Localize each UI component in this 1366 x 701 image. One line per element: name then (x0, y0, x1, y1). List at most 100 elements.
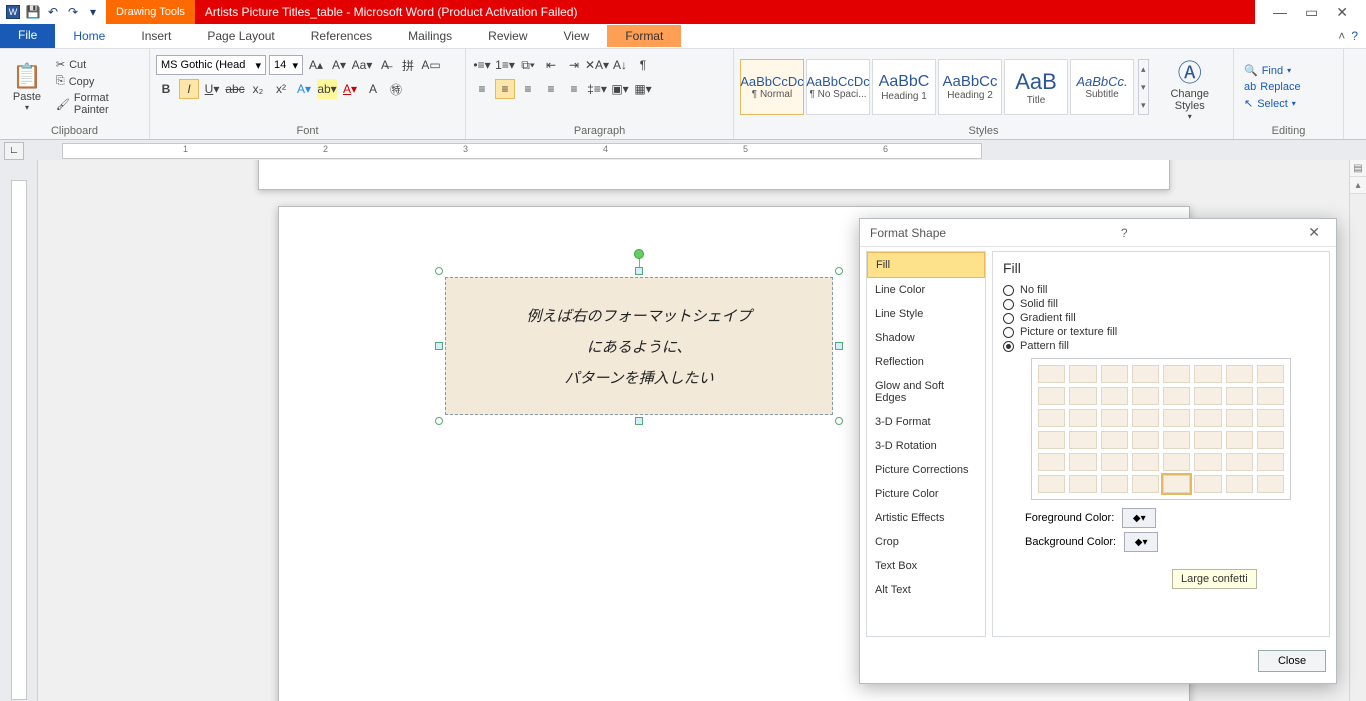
pattern-swatch[interactable] (1132, 387, 1159, 405)
pattern-swatch[interactable] (1069, 475, 1096, 493)
line-spacing-icon[interactable]: ‡≡▾ (587, 79, 607, 99)
cut-button[interactable]: ✂Cut (52, 57, 143, 72)
enclose-characters-icon[interactable]: ㊕ (386, 79, 406, 99)
resize-handle-sw[interactable] (435, 417, 443, 425)
style-heading2[interactable]: AaBbCcHeading 2 (938, 59, 1002, 115)
align-center-icon[interactable]: ≡ (495, 79, 515, 99)
justify-icon[interactable]: ≡ (541, 79, 561, 99)
tab-mailings[interactable]: Mailings (390, 25, 470, 47)
pattern-swatch[interactable] (1069, 387, 1096, 405)
find-button[interactable]: 🔍Find▾ (1240, 63, 1305, 78)
file-tab[interactable]: File (0, 24, 55, 48)
pattern-swatch[interactable] (1069, 409, 1096, 427)
pattern-swatch[interactable] (1038, 431, 1065, 449)
underline-button[interactable]: U▾ (202, 79, 222, 99)
dialog-titlebar[interactable]: Format Shape ? ✕ (860, 219, 1336, 247)
help-icon[interactable]: ? (1351, 29, 1358, 43)
undo-icon[interactable]: ↶ (46, 5, 60, 19)
nav-reflection[interactable]: Reflection (867, 350, 985, 374)
resize-handle-w[interactable] (435, 342, 443, 350)
qat-dropdown-icon[interactable]: ▾ (86, 5, 100, 19)
pattern-swatch[interactable] (1194, 387, 1221, 405)
pattern-swatch[interactable] (1226, 453, 1253, 471)
pattern-swatch[interactable] (1226, 365, 1253, 383)
text-box-shape[interactable]: 例えば右のフォーマットシェイプ にあるように、 パターンを挿入したい (439, 271, 839, 421)
maximize-icon[interactable]: ▭ (1305, 4, 1318, 21)
pattern-swatch[interactable] (1226, 409, 1253, 427)
pattern-swatch[interactable] (1194, 475, 1221, 493)
style-heading1[interactable]: AaBbCHeading 1 (872, 59, 936, 115)
style-subtitle[interactable]: AaBbCc.Subtitle (1070, 59, 1134, 115)
change-case-icon[interactable]: Aa▾ (352, 55, 372, 75)
align-left-icon[interactable]: ≡ (472, 79, 492, 99)
pattern-swatch[interactable] (1226, 475, 1253, 493)
fg-color-button[interactable]: ◆▾ (1122, 508, 1156, 528)
change-styles-button[interactable]: Ⓐ Change Styles ▾ (1153, 51, 1227, 123)
minimize-icon[interactable]: — (1273, 4, 1287, 20)
rotation-handle[interactable] (634, 249, 644, 259)
text-direction-icon[interactable]: ✕A▾ (587, 55, 607, 75)
pattern-swatch[interactable] (1069, 453, 1096, 471)
show-hide-icon[interactable]: ¶ (633, 55, 653, 75)
scroll-up-icon[interactable]: ▴ (1350, 177, 1366, 194)
dialog-close-icon[interactable]: ✕ (1302, 224, 1326, 241)
pattern-swatch[interactable] (1069, 431, 1096, 449)
pattern-swatch[interactable] (1257, 387, 1284, 405)
nav-artistic-effects[interactable]: Artistic Effects (867, 506, 985, 530)
tab-home[interactable]: Home (55, 25, 123, 47)
pattern-swatch[interactable] (1038, 365, 1065, 383)
tab-format[interactable]: Format (607, 25, 681, 47)
pattern-swatch[interactable] (1069, 365, 1096, 383)
superscript-button[interactable]: x² (271, 79, 291, 99)
bg-color-button[interactable]: ◆▾ (1124, 532, 1158, 552)
pattern-swatch[interactable] (1194, 409, 1221, 427)
tab-references[interactable]: References (293, 25, 390, 47)
tab-view[interactable]: View (546, 25, 608, 47)
shading-icon[interactable]: ▣▾ (610, 79, 630, 99)
pattern-swatch[interactable] (1163, 453, 1190, 471)
dialog-help-icon[interactable]: ? (1115, 226, 1134, 240)
radio-gradient-fill[interactable]: Gradient fill (1003, 312, 1319, 324)
text-box-content[interactable]: 例えば右のフォーマットシェイプ にあるように、 パターンを挿入したい (445, 277, 833, 415)
pattern-swatch[interactable] (1163, 365, 1190, 383)
radio-pattern-fill[interactable]: Pattern fill (1003, 340, 1319, 352)
styles-gallery[interactable]: AaBbCcDc¶ Normal AaBbCcDc¶ No Spaci... A… (740, 59, 1134, 115)
radio-no-fill[interactable]: No fill (1003, 284, 1319, 296)
shrink-font-icon[interactable]: A▾ (329, 55, 349, 75)
distributed-icon[interactable]: ≡ (564, 79, 584, 99)
text-effects-icon[interactable]: A▾ (294, 79, 314, 99)
radio-solid-fill[interactable]: Solid fill (1003, 298, 1319, 310)
nav-glow[interactable]: Glow and Soft Edges (867, 374, 985, 410)
nav-3d-rotation[interactable]: 3-D Rotation (867, 434, 985, 458)
bold-button[interactable]: B (156, 79, 176, 99)
character-border-icon[interactable]: A▭ (421, 55, 441, 75)
paste-button[interactable]: 📋 Paste ▾ (6, 60, 48, 114)
pattern-swatch[interactable] (1132, 365, 1159, 383)
select-button[interactable]: ↖Select▾ (1240, 96, 1305, 111)
font-color-icon[interactable]: A▾ (340, 79, 360, 99)
pattern-swatch[interactable] (1194, 453, 1221, 471)
pattern-swatch[interactable] (1038, 387, 1065, 405)
ruler-toggle-icon[interactable]: ▤ (1350, 160, 1366, 177)
format-painter-button[interactable]: 🖌Format Painter (52, 91, 143, 117)
horizontal-ruler[interactable]: 1 2 3 4 5 6 (62, 143, 982, 159)
resize-handle-s[interactable] (635, 417, 643, 425)
pattern-swatch[interactable] (1101, 365, 1128, 383)
pattern-swatch[interactable] (1101, 475, 1128, 493)
pattern-swatch[interactable] (1132, 409, 1159, 427)
pattern-swatch[interactable] (1226, 387, 1253, 405)
align-right-icon[interactable]: ≡ (518, 79, 538, 99)
font-name-combo[interactable]: MS Gothic (Head▾ (156, 55, 266, 75)
pattern-swatch[interactable] (1101, 387, 1128, 405)
tab-insert[interactable]: Insert (123, 25, 189, 47)
borders-icon[interactable]: ▦▾ (633, 79, 653, 99)
clear-formatting-icon[interactable]: A̶ (375, 55, 395, 75)
save-icon[interactable]: 💾 (26, 5, 40, 19)
word-app-icon[interactable]: W (6, 5, 20, 19)
numbering-icon[interactable]: 1≡▾ (495, 55, 515, 75)
tab-page-layout[interactable]: Page Layout (189, 25, 292, 47)
subscript-button[interactable]: x₂ (248, 79, 268, 99)
resize-handle-n[interactable] (635, 267, 643, 275)
pattern-swatch[interactable] (1257, 365, 1284, 383)
vertical-ruler[interactable] (11, 180, 27, 700)
